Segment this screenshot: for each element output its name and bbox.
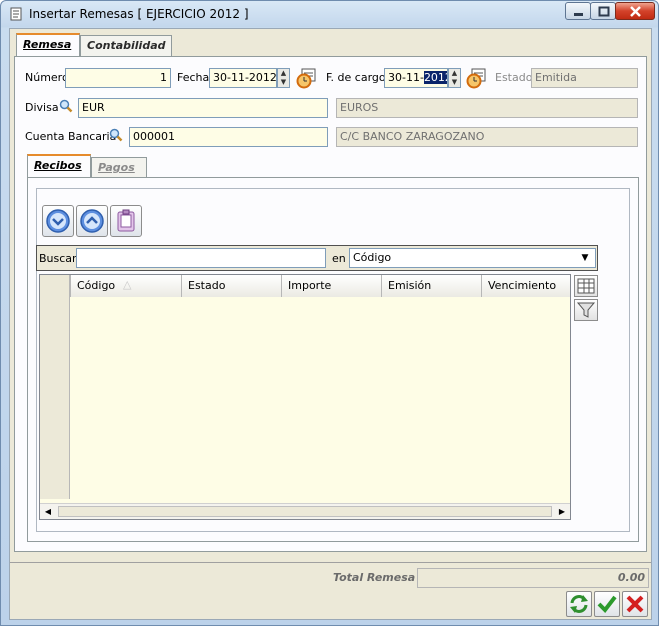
recibos-grid: Código △ Estado Importe Emisión Vencimie… — [39, 274, 571, 520]
refresh-icon — [570, 595, 588, 613]
accept-button[interactable] — [594, 591, 620, 617]
expand-all-button[interactable] — [42, 205, 74, 237]
column-header-label: Estado — [188, 279, 226, 292]
tab-remesa-label: Remesa — [23, 38, 72, 51]
fcargo-selection: 2012 — [423, 71, 447, 84]
table-icon — [577, 278, 595, 294]
fcargo-spinner[interactable]: ▲ ▼ — [448, 68, 461, 88]
fcargo-input[interactable]: 30-11-2012 — [384, 68, 448, 88]
chevron-up-icon — [80, 209, 104, 233]
total-remesa-value: 0.00 — [417, 568, 649, 588]
tab-pagos-label: Pagos — [98, 161, 135, 174]
tab-recibos-label: Recibos — [34, 159, 82, 172]
close-button[interactable] — [615, 2, 655, 20]
spin-down-icon: ▼ — [451, 78, 458, 86]
minimize-icon — [574, 13, 583, 16]
search-input[interactable] — [76, 248, 326, 268]
divisa-label: Divisa — [25, 101, 59, 114]
cuenta-label: Cuenta Bancaria — [25, 130, 117, 143]
fcargo-text: 30-11- — [388, 71, 424, 84]
fecha-calendar-icon[interactable] — [296, 67, 318, 89]
window-title: Insertar Remesas [ EJERCICIO 2012 ] — [29, 7, 249, 21]
total-remesa-label: Total Remesa — [333, 571, 416, 584]
column-header-label: Importe — [288, 279, 332, 292]
column-header-label: Vencimiento — [488, 279, 557, 292]
fecha-spinner[interactable]: ▲ ▼ — [277, 68, 290, 88]
cuenta-input[interactable]: 000001 — [129, 127, 328, 147]
column-header-emision[interactable]: Emisión — [382, 275, 482, 297]
search-en-label: en — [332, 252, 346, 265]
minimize-button[interactable] — [565, 2, 591, 20]
row-selector-column — [40, 275, 70, 499]
cuenta-description: C/C BANCO ZARAGOZANO — [336, 127, 638, 147]
numero-input[interactable]: 1 — [65, 68, 171, 88]
cuenta-search-icon[interactable] — [109, 128, 123, 142]
dialog-client: Remesa Contabilidad Número 1 Fecha 30-11… — [9, 28, 652, 620]
tab-pagos[interactable]: Pagos — [91, 157, 147, 178]
collapse-all-button[interactable] — [76, 205, 108, 237]
column-header-label: Emisión — [388, 279, 432, 292]
estado-field: Emitida — [531, 68, 638, 88]
divisa-search-icon[interactable] — [59, 99, 73, 113]
numero-label: Número — [25, 71, 69, 84]
title-bar: Insertar Remesas [ EJERCICIO 2012 ] — [1, 1, 658, 28]
spin-up-icon: ▲ — [280, 69, 287, 77]
tab-contabilidad-label: Contabilidad — [87, 39, 166, 52]
fcargo-label: F. de cargo — [326, 71, 386, 84]
fecha-input[interactable]: 30-11-2012 — [209, 68, 277, 88]
fcargo-calendar-icon[interactable] — [466, 67, 488, 89]
recibos-panel: Buscar en Código ▼ Código △ Estado Impor… — [27, 177, 639, 542]
search-field-value: Código — [353, 251, 392, 264]
funnel-icon — [576, 302, 596, 318]
maximize-button[interactable] — [590, 2, 616, 20]
chevron-down-icon: ▼ — [581, 253, 589, 263]
sort-ascending-icon: △ — [123, 278, 132, 291]
spin-down-icon: ▼ — [280, 78, 287, 86]
fecha-label: Fecha — [177, 71, 210, 84]
spin-up-icon: ▲ — [451, 69, 458, 77]
clipboard-button[interactable] — [110, 205, 142, 237]
app-window: Insertar Remesas [ EJERCICIO 2012 ] Reme… — [0, 0, 659, 626]
search-label: Buscar — [39, 252, 77, 265]
tab-remesa[interactable]: Remesa — [16, 33, 80, 57]
column-header-codigo[interactable]: Código △ — [70, 275, 182, 297]
divisa-description: EUROS — [336, 98, 638, 118]
recibos-frame: Buscar en Código ▼ Código △ Estado Impor… — [36, 188, 630, 532]
estado-label: Estado — [495, 71, 533, 84]
column-header-vencimiento[interactable]: Vencimiento — [482, 275, 570, 297]
tab-contabilidad[interactable]: Contabilidad — [80, 35, 172, 57]
remesa-panel: Número 1 Fecha 30-11-2012 ▲ ▼ F. de cargo… — [14, 56, 647, 552]
scroll-left-icon[interactable]: ◀ — [41, 505, 55, 519]
footer-divider — [10, 562, 651, 563]
scrollbar-thumb[interactable] — [58, 506, 552, 517]
app-icon — [10, 7, 22, 21]
cancel-button[interactable] — [622, 591, 648, 617]
refresh-button[interactable] — [566, 591, 592, 617]
column-header-importe[interactable]: Importe — [282, 275, 382, 297]
check-icon — [597, 595, 617, 614]
column-header-label: Código — [77, 279, 116, 292]
horizontal-scrollbar[interactable]: ◀ ▶ — [40, 503, 570, 519]
maximize-icon — [598, 6, 610, 17]
tab-recibos[interactable]: Recibos — [27, 154, 91, 178]
x-icon — [626, 595, 644, 613]
search-bar: Buscar en Código ▼ — [36, 245, 598, 271]
chevron-down-icon — [46, 209, 70, 233]
close-icon — [630, 6, 641, 17]
filter-button[interactable] — [574, 299, 598, 321]
column-header-estado[interactable]: Estado — [182, 275, 282, 297]
grid-columns-button[interactable] — [574, 275, 598, 297]
divisa-input[interactable]: EUR — [78, 98, 328, 118]
clipboard-icon — [117, 209, 135, 232]
scroll-right-icon[interactable]: ▶ — [555, 505, 569, 519]
search-field-select[interactable]: Código ▼ — [349, 248, 596, 268]
